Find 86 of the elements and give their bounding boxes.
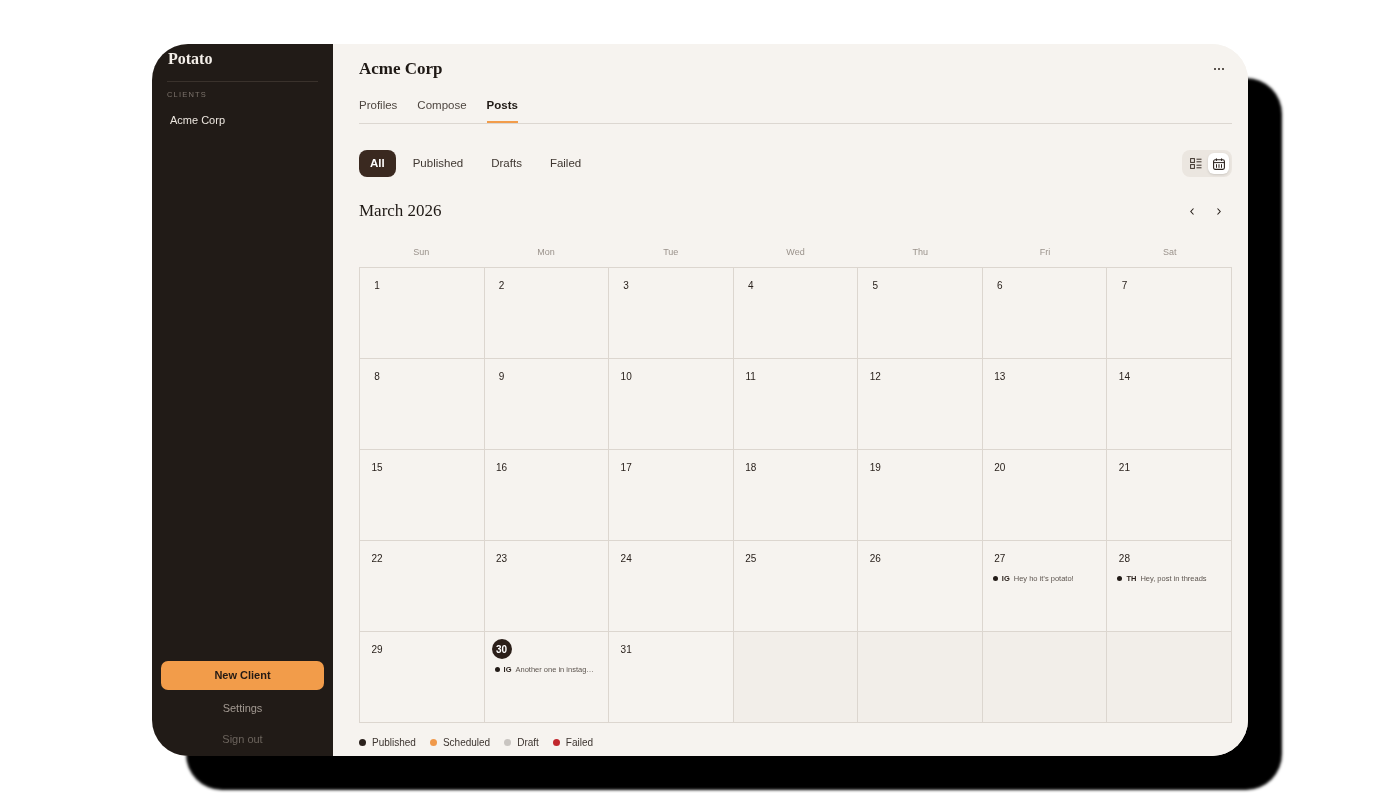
calendar-cell[interactable]: 16 <box>484 450 610 541</box>
calendar-cell[interactable]: 11 <box>733 359 859 450</box>
day-number: 1 <box>373 278 381 293</box>
filter-tab[interactable]: Published <box>401 150 475 177</box>
tab[interactable]: Posts <box>486 98 518 123</box>
weekday-label: Tue <box>663 246 679 260</box>
calendar-cell[interactable]: 4 <box>733 268 859 359</box>
legend-label: Published <box>372 735 416 750</box>
day-number: 30 <box>491 639 512 659</box>
calendar-cell[interactable]: 17 <box>609 450 734 541</box>
calendar-cell[interactable]: 21 <box>1107 450 1232 541</box>
day-number: 25 <box>744 551 758 566</box>
calendar-cell[interactable]: 10 <box>609 359 734 450</box>
day-number: 23 <box>495 551 509 566</box>
weekday-label: Fri <box>1039 246 1051 260</box>
day-number: 22 <box>370 551 384 566</box>
day-number: 2 <box>497 278 506 293</box>
client-item[interactable]: Acme Corp <box>167 109 229 131</box>
day-number: 17 <box>619 460 633 475</box>
legend-label: Scheduled <box>442 735 491 750</box>
tab[interactable]: Compose <box>417 98 467 123</box>
day-number: 21 <box>1117 460 1131 475</box>
day-number: 19 <box>868 460 882 475</box>
app-logo: Potato <box>167 49 214 69</box>
day-number: 24 <box>619 551 633 566</box>
calendar-cell[interactable]: 5 <box>858 268 983 359</box>
calendar-cell[interactable]: 15 <box>360 450 485 541</box>
list-icon <box>1189 158 1202 169</box>
calendar-cell[interactable]: 24 <box>609 541 734 632</box>
calendar-cell[interactable]: 18 <box>733 450 859 541</box>
month-title: March 2026 <box>359 200 442 223</box>
day-number: 31 <box>619 642 633 657</box>
day-number: 14 <box>1117 369 1131 384</box>
legend-label: Draft <box>517 735 539 750</box>
day-number: 8 <box>373 369 381 384</box>
calendar-cell[interactable]: 7 <box>1107 268 1232 359</box>
day-number: 16 <box>495 460 509 475</box>
calendar-cell[interactable]: 20 <box>982 450 1108 541</box>
calendar-view-button[interactable] <box>1208 153 1229 174</box>
day-number: 4 <box>746 278 755 293</box>
filter-tab[interactable]: Failed <box>538 150 593 177</box>
day-number: 18 <box>744 460 758 475</box>
tab[interactable]: Profiles <box>359 98 398 123</box>
calendar-cell[interactable]: 29 <box>360 632 485 723</box>
calendar-cell[interactable]: 3 <box>609 268 734 359</box>
filter-tab[interactable]: All <box>359 150 396 177</box>
day-number: 28 <box>1117 551 1131 566</box>
weekday-label: Sun <box>413 246 430 260</box>
calendar-cell[interactable]: 14 <box>1107 359 1232 450</box>
calendar-cell[interactable]: 22 <box>360 541 485 632</box>
weekday-label: Wed <box>786 246 805 260</box>
chevron-right-icon <box>1217 207 1221 215</box>
day-number: 10 <box>619 369 633 384</box>
calendar-icon <box>1212 157 1225 170</box>
weekday-label: Thu <box>912 246 928 260</box>
day-number: 27 <box>993 551 1007 566</box>
day-number: 26 <box>868 551 882 566</box>
new-client-button[interactable]: New Client <box>161 661 324 690</box>
page-title: Acme Corp <box>359 58 443 81</box>
day-number: 29 <box>370 642 384 657</box>
calendar-cell[interactable]: 13 <box>982 359 1108 450</box>
calendar-cell[interactable]: 23 <box>484 541 610 632</box>
calendar-cell[interactable]: 31 <box>609 632 734 723</box>
day-number: 15 <box>370 460 384 475</box>
calendar-cell[interactable]: 8 <box>360 359 485 450</box>
day-number: 11 <box>744 369 757 384</box>
calendar-cell[interactable]: 6 <box>982 268 1108 359</box>
calendar-cell[interactable]: 19 <box>858 450 983 541</box>
legend-label: Failed <box>565 735 594 750</box>
weekday-label: Sat <box>1162 246 1177 260</box>
sidebar-link[interactable]: Settings <box>214 697 271 719</box>
day-number: 12 <box>868 369 882 384</box>
day-number: 13 <box>993 369 1007 384</box>
day-number: 9 <box>497 369 506 384</box>
day-number: 7 <box>1120 278 1129 293</box>
day-number: 5 <box>871 278 880 293</box>
filter-tab[interactable]: Drafts <box>480 150 533 177</box>
day-number: 20 <box>993 460 1007 475</box>
day-number: 3 <box>622 278 630 293</box>
calendar-cell[interactable]: 12 <box>858 359 983 450</box>
weekday-label: Mon <box>537 246 555 260</box>
chevron-left-icon <box>1190 207 1194 215</box>
day-number: 6 <box>996 278 1004 293</box>
calendar-cell[interactable]: 1 <box>360 268 485 359</box>
calendar-cell[interactable]: 9 <box>484 359 610 450</box>
calendar-cell[interactable]: 2 <box>484 268 610 359</box>
